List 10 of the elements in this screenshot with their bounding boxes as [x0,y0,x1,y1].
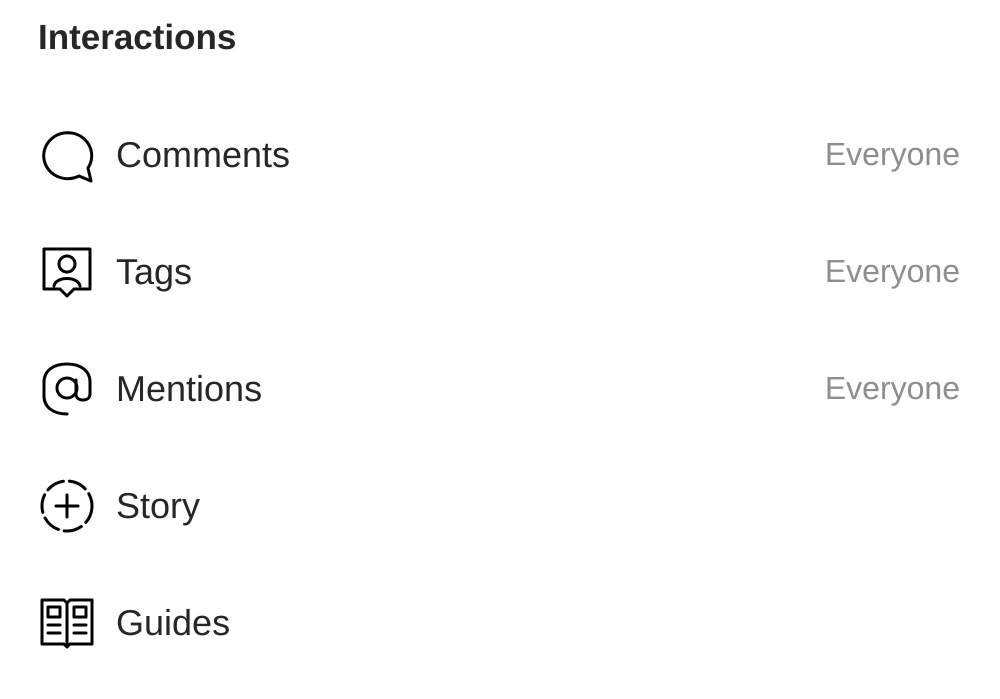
setting-value: Everyone [824,370,960,407]
setting-label[interactable]: Mentions [116,368,825,410]
setting-label[interactable]: Guides [116,602,960,644]
setting-label[interactable]: Tags [116,250,825,292]
dashed-plus-circle-icon [38,476,96,534]
setting-value: Everyone [824,253,960,290]
setting-label[interactable]: Story [116,484,960,526]
section-title: Interactions [38,17,238,59]
setting-value: Everyone [824,136,960,173]
setting-label[interactable]: Comments [116,134,825,176]
